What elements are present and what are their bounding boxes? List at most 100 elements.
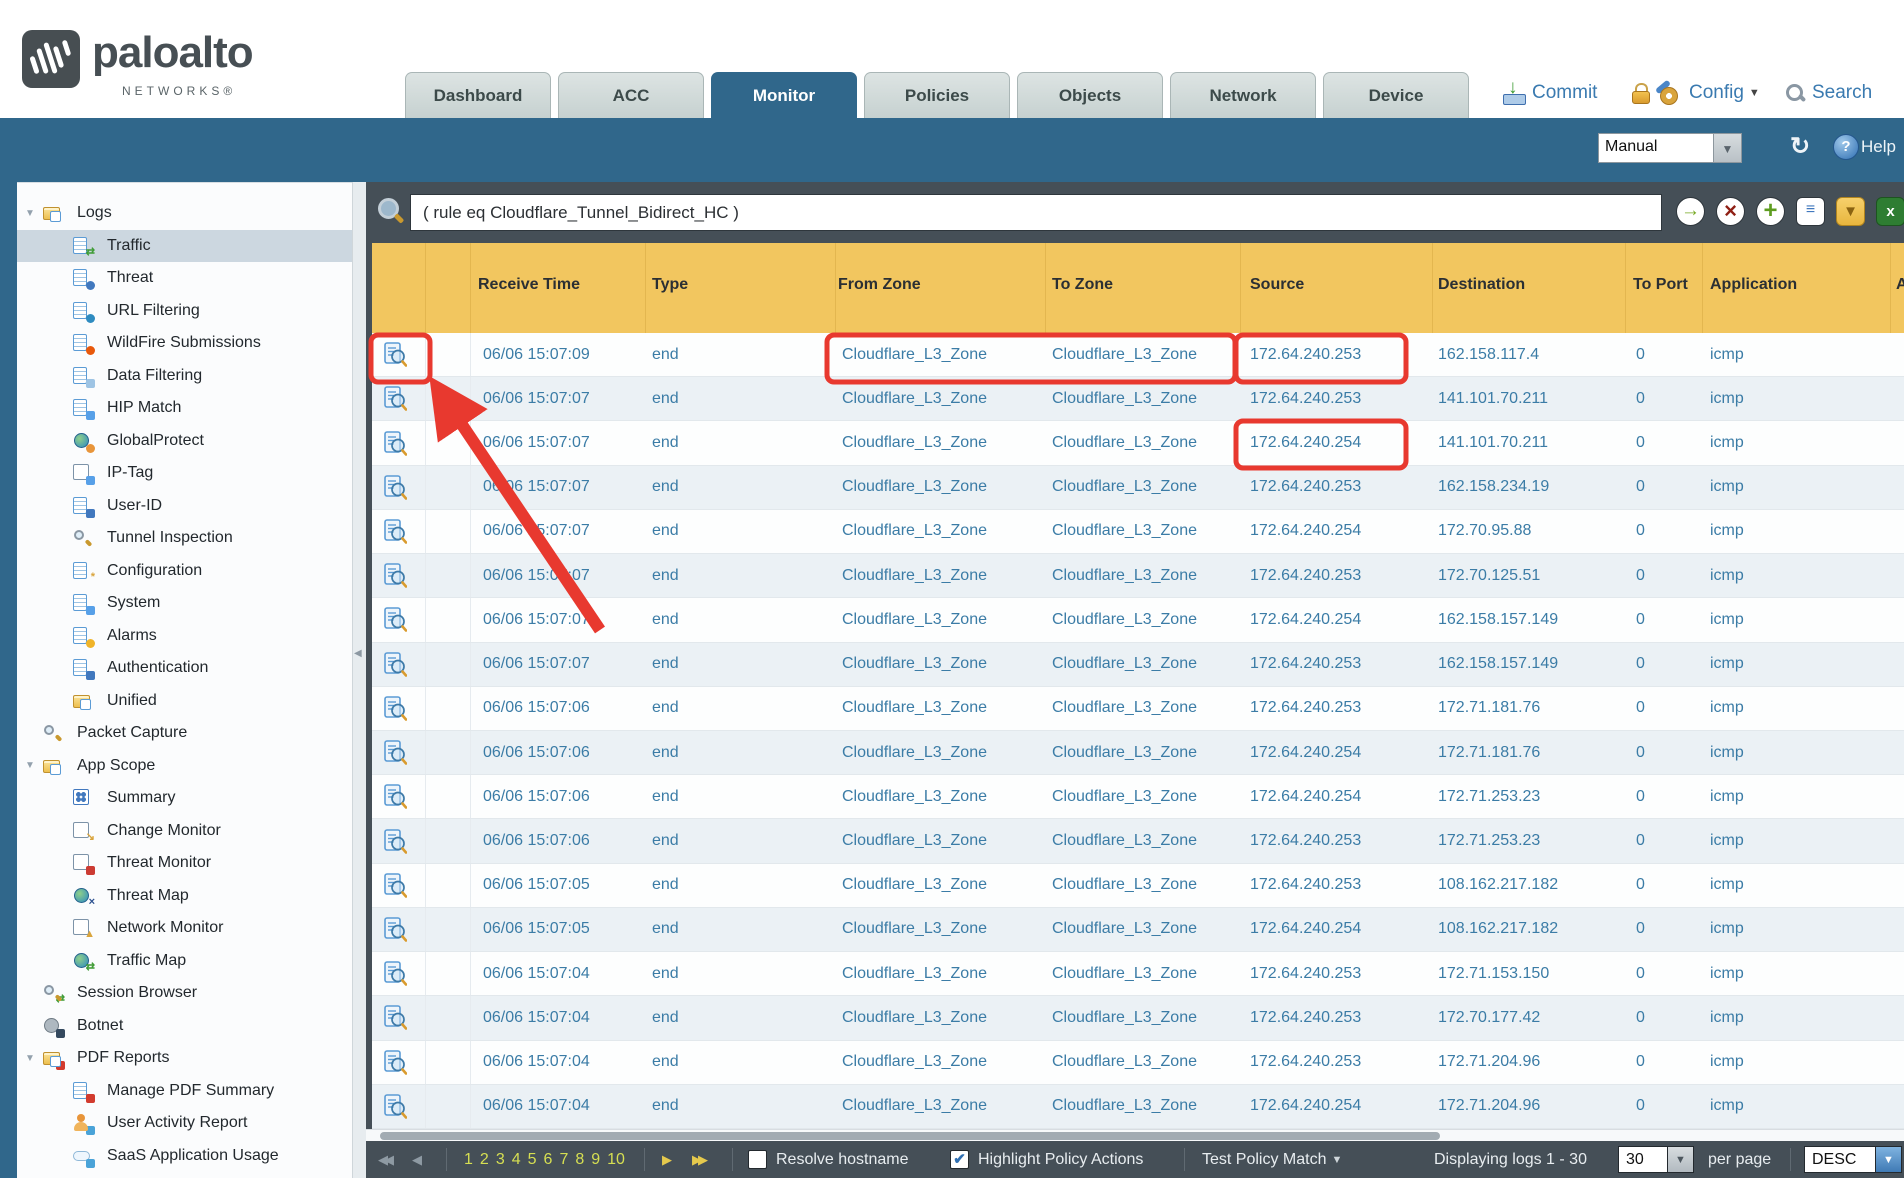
log-cell-type[interactable]: end xyxy=(652,554,679,597)
log-cell-type[interactable]: end xyxy=(652,377,679,420)
log-detail-icon[interactable] xyxy=(384,421,407,464)
sidebar-item-globalprotect[interactable]: GlobalProtect xyxy=(17,425,352,458)
log-row[interactable]: 06/06 15:07:09endCloudflare_L3_ZoneCloud… xyxy=(372,333,1904,377)
log-cell-source[interactable]: 172.64.240.254 xyxy=(1250,908,1361,951)
log-cell-application[interactable]: icmp xyxy=(1710,643,1744,686)
tab-network[interactable]: Network xyxy=(1170,72,1316,118)
log-cell-time[interactable]: 06/06 15:07:07 xyxy=(483,510,590,553)
column-header-destination[interactable]: Destination xyxy=(1438,276,1525,294)
log-detail-icon[interactable] xyxy=(384,510,407,553)
log-cell-from[interactable]: Cloudflare_L3_Zone xyxy=(842,421,987,464)
column-header-from-zone[interactable]: From Zone xyxy=(838,276,921,294)
log-cell-application[interactable]: icmp xyxy=(1710,421,1744,464)
log-cell-time[interactable]: 06/06 15:07:04 xyxy=(483,1041,590,1084)
tab-dashboard[interactable]: Dashboard xyxy=(405,72,551,118)
log-cell-application[interactable]: icmp xyxy=(1710,1041,1744,1084)
log-row[interactable]: 06/06 15:07:06endCloudflare_L3_ZoneCloud… xyxy=(372,687,1904,731)
sort-order-dropdown-button[interactable]: ▼ xyxy=(1876,1146,1902,1173)
log-detail-icon[interactable] xyxy=(384,775,407,818)
help-button[interactable]: ? Help xyxy=(1833,134,1896,160)
log-cell-destination[interactable]: 141.101.70.211 xyxy=(1438,421,1548,464)
log-cell-type[interactable]: end xyxy=(652,996,679,1039)
log-cell-destination[interactable]: 162.158.234.19 xyxy=(1438,466,1549,509)
log-cell-application[interactable]: icmp xyxy=(1710,554,1744,597)
log-cell-to_port[interactable]: 0 xyxy=(1636,819,1645,862)
log-cell-from[interactable]: Cloudflare_L3_Zone xyxy=(842,554,987,597)
log-cell-application[interactable]: icmp xyxy=(1710,996,1744,1039)
page-number-4[interactable]: 4 xyxy=(512,1151,521,1169)
log-cell-type[interactable]: end xyxy=(652,333,679,376)
log-row[interactable]: 06/06 15:07:07endCloudflare_L3_ZoneCloud… xyxy=(372,377,1904,421)
log-cell-source[interactable]: 172.64.240.253 xyxy=(1250,1041,1361,1084)
log-cell-destination[interactable]: 162.158.157.149 xyxy=(1438,643,1558,686)
log-cell-to_port[interactable]: 0 xyxy=(1636,775,1645,818)
tree-expander-icon[interactable]: ▼ xyxy=(23,1053,37,1064)
sidebar-item-logs[interactable]: ▼Logs xyxy=(17,197,352,230)
sidebar-item-traffic[interactable]: ⇄Traffic xyxy=(17,230,352,263)
log-cell-to_port[interactable]: 0 xyxy=(1636,466,1645,509)
log-cell-time[interactable]: 06/06 15:07:07 xyxy=(483,598,590,641)
log-row[interactable]: 06/06 15:07:06endCloudflare_L3_ZoneCloud… xyxy=(372,819,1904,863)
log-row[interactable]: 06/06 15:07:07endCloudflare_L3_ZoneCloud… xyxy=(372,554,1904,598)
log-cell-application[interactable]: icmp xyxy=(1710,510,1744,553)
log-cell-time[interactable]: 06/06 15:07:06 xyxy=(483,775,590,818)
refresh-icon[interactable]: ↻ xyxy=(1790,132,1810,161)
log-row[interactable]: 06/06 15:07:07endCloudflare_L3_ZoneCloud… xyxy=(372,643,1904,687)
log-cell-time[interactable]: 06/06 15:07:06 xyxy=(483,687,590,730)
save-filter-icon[interactable]: ≡ xyxy=(1796,197,1825,226)
prev-page-button[interactable]: ◀ xyxy=(412,1141,418,1178)
refresh-mode-value[interactable]: Manual xyxy=(1598,133,1714,163)
log-cell-source[interactable]: 172.64.240.253 xyxy=(1250,333,1361,376)
sidebar-item-data-filtering[interactable]: Data Filtering xyxy=(17,360,352,393)
sidebar-item-manage-pdf-summary[interactable]: Manage PDF Summary xyxy=(17,1075,352,1108)
apply-filter-icon[interactable]: → xyxy=(1676,197,1705,226)
log-cell-to[interactable]: Cloudflare_L3_Zone xyxy=(1052,819,1197,862)
log-cell-to_port[interactable]: 0 xyxy=(1636,687,1645,730)
log-cell-to[interactable]: Cloudflare_L3_Zone xyxy=(1052,421,1197,464)
log-cell-to_port[interactable]: 0 xyxy=(1636,421,1645,464)
page-number-5[interactable]: 5 xyxy=(528,1151,537,1169)
log-cell-type[interactable]: end xyxy=(652,643,679,686)
log-detail-icon[interactable] xyxy=(384,643,407,686)
next-page-button[interactable]: ▶ xyxy=(662,1141,668,1178)
log-cell-destination[interactable]: 172.70.177.42 xyxy=(1438,996,1540,1039)
log-detail-icon[interactable] xyxy=(384,819,407,862)
log-cell-type[interactable]: end xyxy=(652,598,679,641)
log-row[interactable]: 06/06 15:07:04endCloudflare_L3_ZoneCloud… xyxy=(372,1085,1904,1129)
log-cell-destination[interactable]: 172.71.153.150 xyxy=(1438,952,1549,995)
log-cell-from[interactable]: Cloudflare_L3_Zone xyxy=(842,864,987,907)
log-cell-application[interactable]: icmp xyxy=(1710,864,1744,907)
log-cell-application[interactable]: icmp xyxy=(1710,952,1744,995)
sidebar-item-url-filtering[interactable]: URL Filtering xyxy=(17,295,352,328)
page-number-3[interactable]: 3 xyxy=(496,1151,505,1169)
log-cell-source[interactable]: 172.64.240.253 xyxy=(1250,377,1361,420)
sidebar-item-tunnel-inspection[interactable]: Tunnel Inspection xyxy=(17,522,352,555)
log-cell-destination[interactable]: 172.71.204.96 xyxy=(1438,1085,1540,1128)
log-detail-icon[interactable] xyxy=(384,333,407,376)
log-row[interactable]: 06/06 15:07:06endCloudflare_L3_ZoneCloud… xyxy=(372,775,1904,819)
log-detail-icon[interactable] xyxy=(384,466,407,509)
log-cell-source[interactable]: 172.64.240.253 xyxy=(1250,996,1361,1039)
horizontal-scrollbar[interactable] xyxy=(366,1129,1904,1141)
log-cell-time[interactable]: 06/06 15:07:07 xyxy=(483,377,590,420)
log-cell-from[interactable]: Cloudflare_L3_Zone xyxy=(842,333,987,376)
log-cell-to[interactable]: Cloudflare_L3_Zone xyxy=(1052,996,1197,1039)
tab-monitor[interactable]: Monitor xyxy=(711,72,857,118)
sidebar-item-summary[interactable]: Summary xyxy=(17,782,352,815)
add-filter-icon[interactable]: + xyxy=(1756,197,1785,226)
sidebar-item-saas-application-usage[interactable]: SaaS Application Usage xyxy=(17,1140,352,1173)
log-cell-time[interactable]: 06/06 15:07:04 xyxy=(483,1085,590,1128)
sidebar-item-system[interactable]: System xyxy=(17,587,352,620)
log-cell-from[interactable]: Cloudflare_L3_Zone xyxy=(842,510,987,553)
log-cell-to_port[interactable]: 0 xyxy=(1636,1085,1645,1128)
log-row[interactable]: 06/06 15:07:07endCloudflare_L3_ZoneCloud… xyxy=(372,421,1904,465)
refresh-mode-dropdown-button[interactable]: ▼ xyxy=(1714,133,1742,163)
commit-button[interactable]: ↓ Commit xyxy=(1502,76,1597,110)
log-cell-type[interactable]: end xyxy=(652,952,679,995)
log-cell-type[interactable]: end xyxy=(652,819,679,862)
load-filter-icon[interactable]: ▼ xyxy=(1836,197,1865,226)
first-page-button[interactable]: ◀◀ xyxy=(378,1141,390,1178)
sidebar-item-user-activity-report[interactable]: User Activity Report xyxy=(17,1107,352,1140)
log-cell-application[interactable]: icmp xyxy=(1710,908,1744,951)
log-cell-from[interactable]: Cloudflare_L3_Zone xyxy=(842,1041,987,1084)
